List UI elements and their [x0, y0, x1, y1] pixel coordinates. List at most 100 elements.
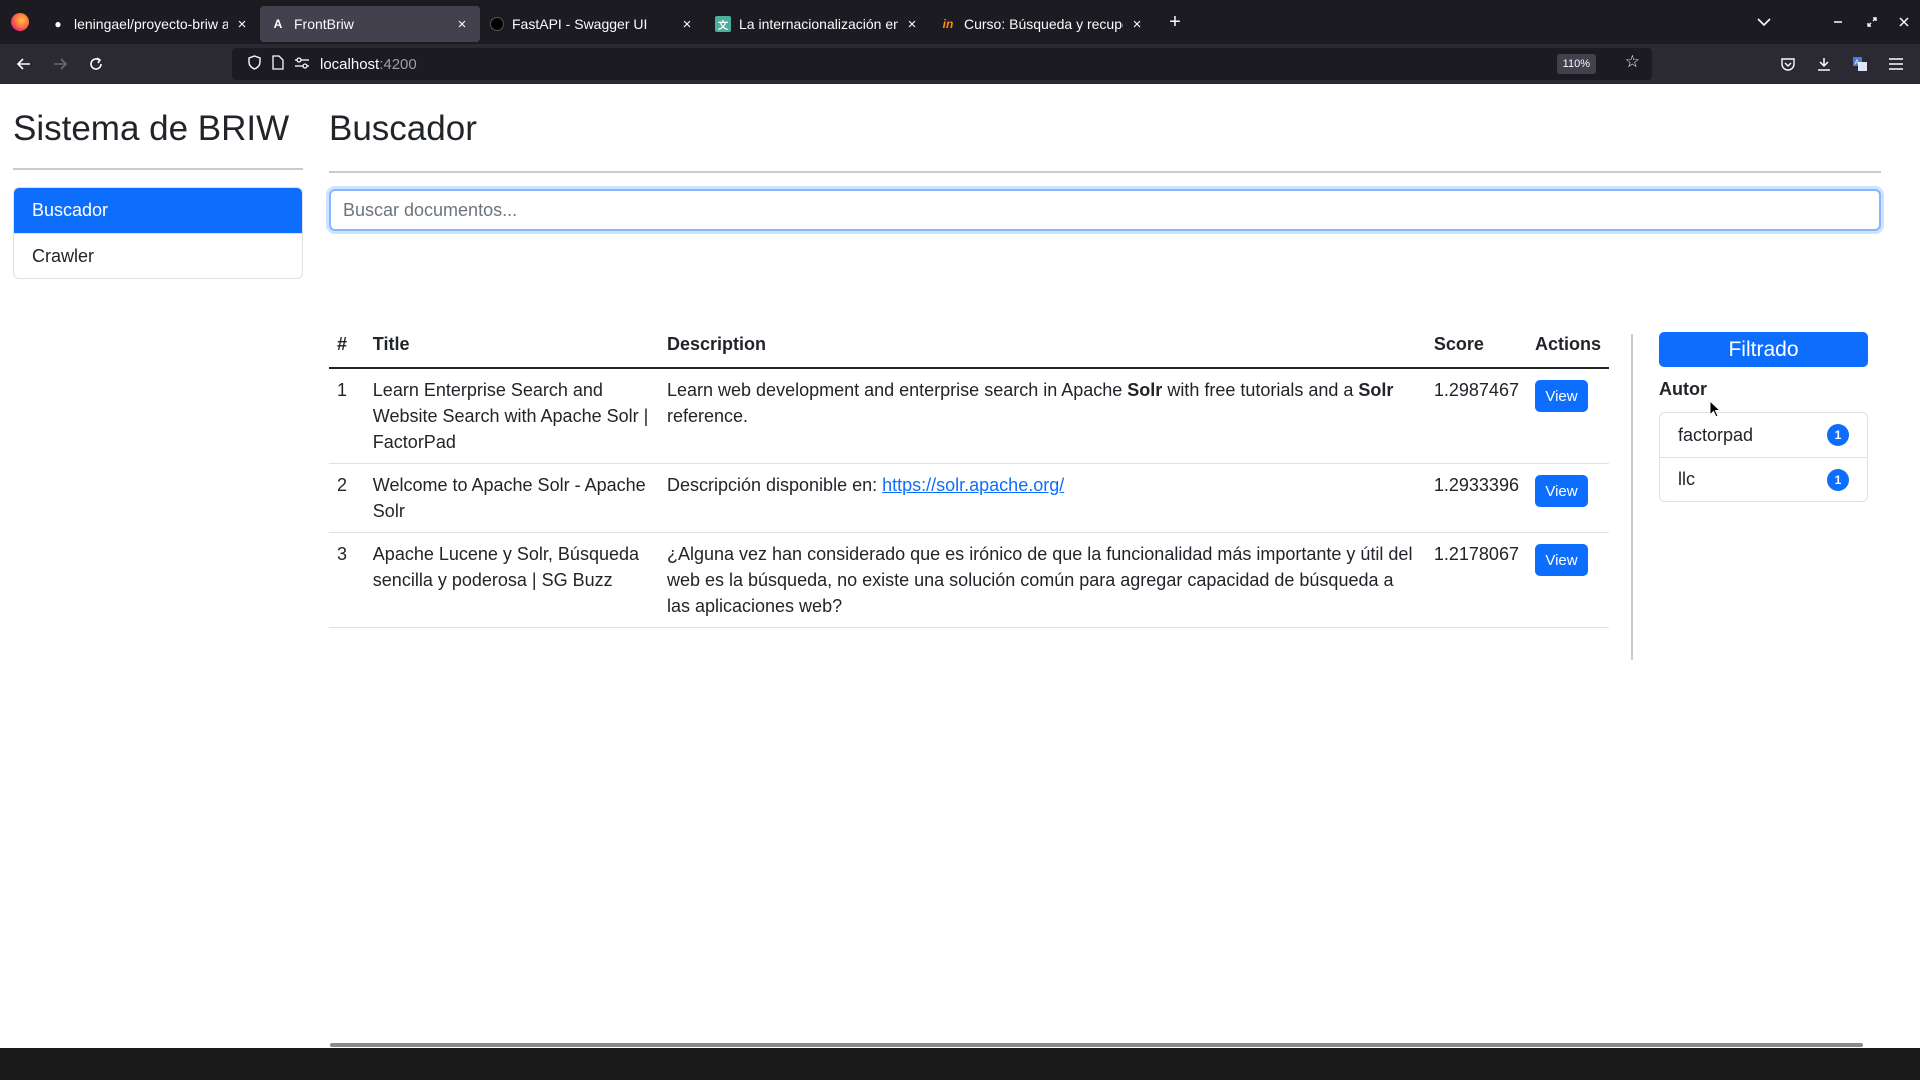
- github-icon: ●: [54, 17, 62, 31]
- tab-frontbriw[interactable]: A FrontBriw ×: [260, 6, 480, 42]
- desc-text: Learn web development and enterprise sea…: [666, 380, 1128, 400]
- tab-close-icon[interactable]: ×: [454, 16, 470, 33]
- header-description: Description: [658, 322, 1426, 369]
- new-tab-icon[interactable]: +: [1159, 6, 1191, 38]
- page-content: Sistema de BRIW Buscador Crawler Buscado…: [0, 84, 1920, 1048]
- desc-text: with free tutorials and a: [1162, 380, 1359, 400]
- zoom-level-badge[interactable]: 110%: [1556, 54, 1596, 74]
- tab-close-icon[interactable]: ×: [679, 16, 695, 33]
- results-table: # Title Description Score Actions 1 Lear…: [329, 322, 1609, 628]
- view-button[interactable]: View: [1534, 380, 1588, 412]
- svg-text:A: A: [1855, 59, 1860, 67]
- tab-fastapi[interactable]: FastAPI - Swagger UI ×: [480, 6, 705, 42]
- tab-close-icon[interactable]: ×: [234, 16, 250, 33]
- angular-icon: A: [273, 17, 283, 31]
- desc-text: ¿Alguna vez han considerado que es iróni…: [666, 544, 1413, 616]
- row-title: Learn Enterprise Search and Website Sear…: [364, 368, 659, 464]
- main-content: Buscador: [329, 84, 1881, 231]
- vertical-divider: [1631, 334, 1633, 660]
- downloads-icon[interactable]: [1808, 48, 1840, 80]
- main-divider: [329, 171, 1881, 173]
- facet-item-factorpad[interactable]: factorpad 1: [1660, 413, 1867, 457]
- reload-icon[interactable]: [78, 48, 114, 80]
- row-score: 1.2987467: [1425, 368, 1527, 464]
- row-score: 1.2178067: [1425, 532, 1527, 628]
- desc-highlight: Solr: [1127, 380, 1163, 400]
- row-num: 3: [329, 532, 365, 628]
- close-window-icon[interactable]: [1892, 10, 1916, 34]
- fastapi-icon: [490, 17, 504, 31]
- course-icon: in: [942, 17, 954, 31]
- table-header-row: # Title Description Score Actions: [329, 322, 1609, 369]
- page-icon[interactable]: [266, 55, 290, 73]
- tab-label: leningael/proyecto-briw a: [74, 16, 228, 32]
- pocket-icon[interactable]: [1772, 48, 1804, 80]
- desc-highlight: Solr: [1358, 380, 1394, 400]
- solr-link[interactable]: https://solr.apache.org/: [882, 475, 1064, 495]
- header-score: Score: [1425, 322, 1527, 369]
- table-row: 1 Learn Enterprise Search and Website Se…: [329, 368, 1609, 464]
- row-title: Welcome to Apache Solr - Apache Solr: [364, 463, 659, 533]
- header-title: Title: [364, 322, 659, 369]
- brand-title: Sistema de BRIW: [13, 109, 290, 148]
- desc-text: Descripción disponible en:: [666, 475, 883, 495]
- page-title: Buscador: [329, 109, 477, 148]
- header-actions: Actions: [1526, 322, 1609, 369]
- facet-item-llc[interactable]: llc 1: [1660, 457, 1867, 501]
- filtrado-button[interactable]: Filtrado: [1659, 332, 1868, 367]
- restore-icon[interactable]: [1860, 10, 1884, 34]
- sidebar-divider: [13, 168, 303, 170]
- firefox-menu-icon[interactable]: [0, 0, 40, 44]
- view-button[interactable]: View: [1534, 544, 1588, 576]
- count-badge: 1: [1827, 424, 1849, 446]
- url-bar[interactable]: localhost:4200 110% ☆: [232, 48, 1652, 80]
- minimize-icon[interactable]: [1826, 10, 1850, 34]
- forward-icon[interactable]: [42, 48, 78, 80]
- translate-extension-icon[interactable]: A: [1844, 48, 1876, 80]
- taskbar: [0, 1048, 1920, 1080]
- back-icon[interactable]: [6, 48, 42, 80]
- row-num: 2: [329, 463, 365, 533]
- hamburger-menu-icon[interactable]: [1880, 48, 1912, 80]
- tab-internacionalizacion[interactable]: 文 La internacionalización en ×: [705, 6, 930, 42]
- browser-tab-bar: ● leningael/proyecto-briw a × A FrontBri…: [0, 0, 1920, 44]
- tab-label: Curso: Búsqueda y recupe: [964, 16, 1123, 32]
- row-actions: View: [1526, 463, 1609, 533]
- horizontal-scrollbar[interactable]: [330, 1043, 1863, 1047]
- autor-label: Autor: [1659, 379, 1707, 399]
- facet-label: llc: [1678, 469, 1695, 489]
- sidebar-item-buscador[interactable]: Buscador: [14, 188, 302, 233]
- shield-icon[interactable]: [242, 55, 266, 73]
- autor-facet-list: factorpad 1 llc 1: [1659, 412, 1868, 502]
- row-num: 1: [329, 368, 365, 464]
- tab-label: FastAPI - Swagger UI: [512, 16, 648, 32]
- tab-curso[interactable]: in Curso: Búsqueda y recupe ×: [930, 6, 1155, 42]
- row-description: ¿Alguna vez han considerado que es iróni…: [658, 532, 1426, 628]
- view-button[interactable]: View: [1534, 475, 1588, 507]
- chevron-down-icon[interactable]: [1752, 10, 1776, 34]
- sidebar: Sistema de BRIW Buscador Crawler: [13, 84, 303, 279]
- mouse-cursor-icon: [1709, 400, 1721, 418]
- row-actions: View: [1526, 532, 1609, 628]
- permissions-icon[interactable]: [290, 56, 314, 72]
- sidebar-item-crawler[interactable]: Crawler: [14, 233, 302, 278]
- table-row: 2 Welcome to Apache Solr - Apache Solr D…: [329, 463, 1609, 533]
- sidebar-nav: Buscador Crawler: [13, 187, 303, 279]
- search-input[interactable]: [329, 189, 1881, 231]
- tab-label: La internacionalización en: [739, 16, 898, 32]
- browser-nav-bar: localhost:4200 110% ☆ A: [0, 44, 1920, 84]
- url-port: :4200: [379, 55, 417, 73]
- tab-close-icon[interactable]: ×: [1129, 16, 1145, 33]
- facet-label: factorpad: [1678, 424, 1754, 445]
- row-actions: View: [1526, 368, 1609, 464]
- tab-github[interactable]: ● leningael/proyecto-briw a ×: [40, 6, 260, 42]
- url-host: localhost: [320, 55, 380, 73]
- translate-icon: 文: [715, 16, 731, 32]
- tab-close-icon[interactable]: ×: [904, 16, 920, 33]
- table-row: 3 Apache Lucene y Solr, Búsqueda sencill…: [329, 532, 1609, 628]
- bookmark-star-icon[interactable]: ☆: [1625, 52, 1640, 72]
- header-num: #: [329, 322, 365, 369]
- filter-panel: Filtrado Autor factorpad 1 llc 1: [1659, 332, 1868, 502]
- row-title: Apache Lucene y Solr, Búsqueda sencilla …: [364, 532, 659, 628]
- tab-label: FrontBriw: [294, 16, 354, 32]
